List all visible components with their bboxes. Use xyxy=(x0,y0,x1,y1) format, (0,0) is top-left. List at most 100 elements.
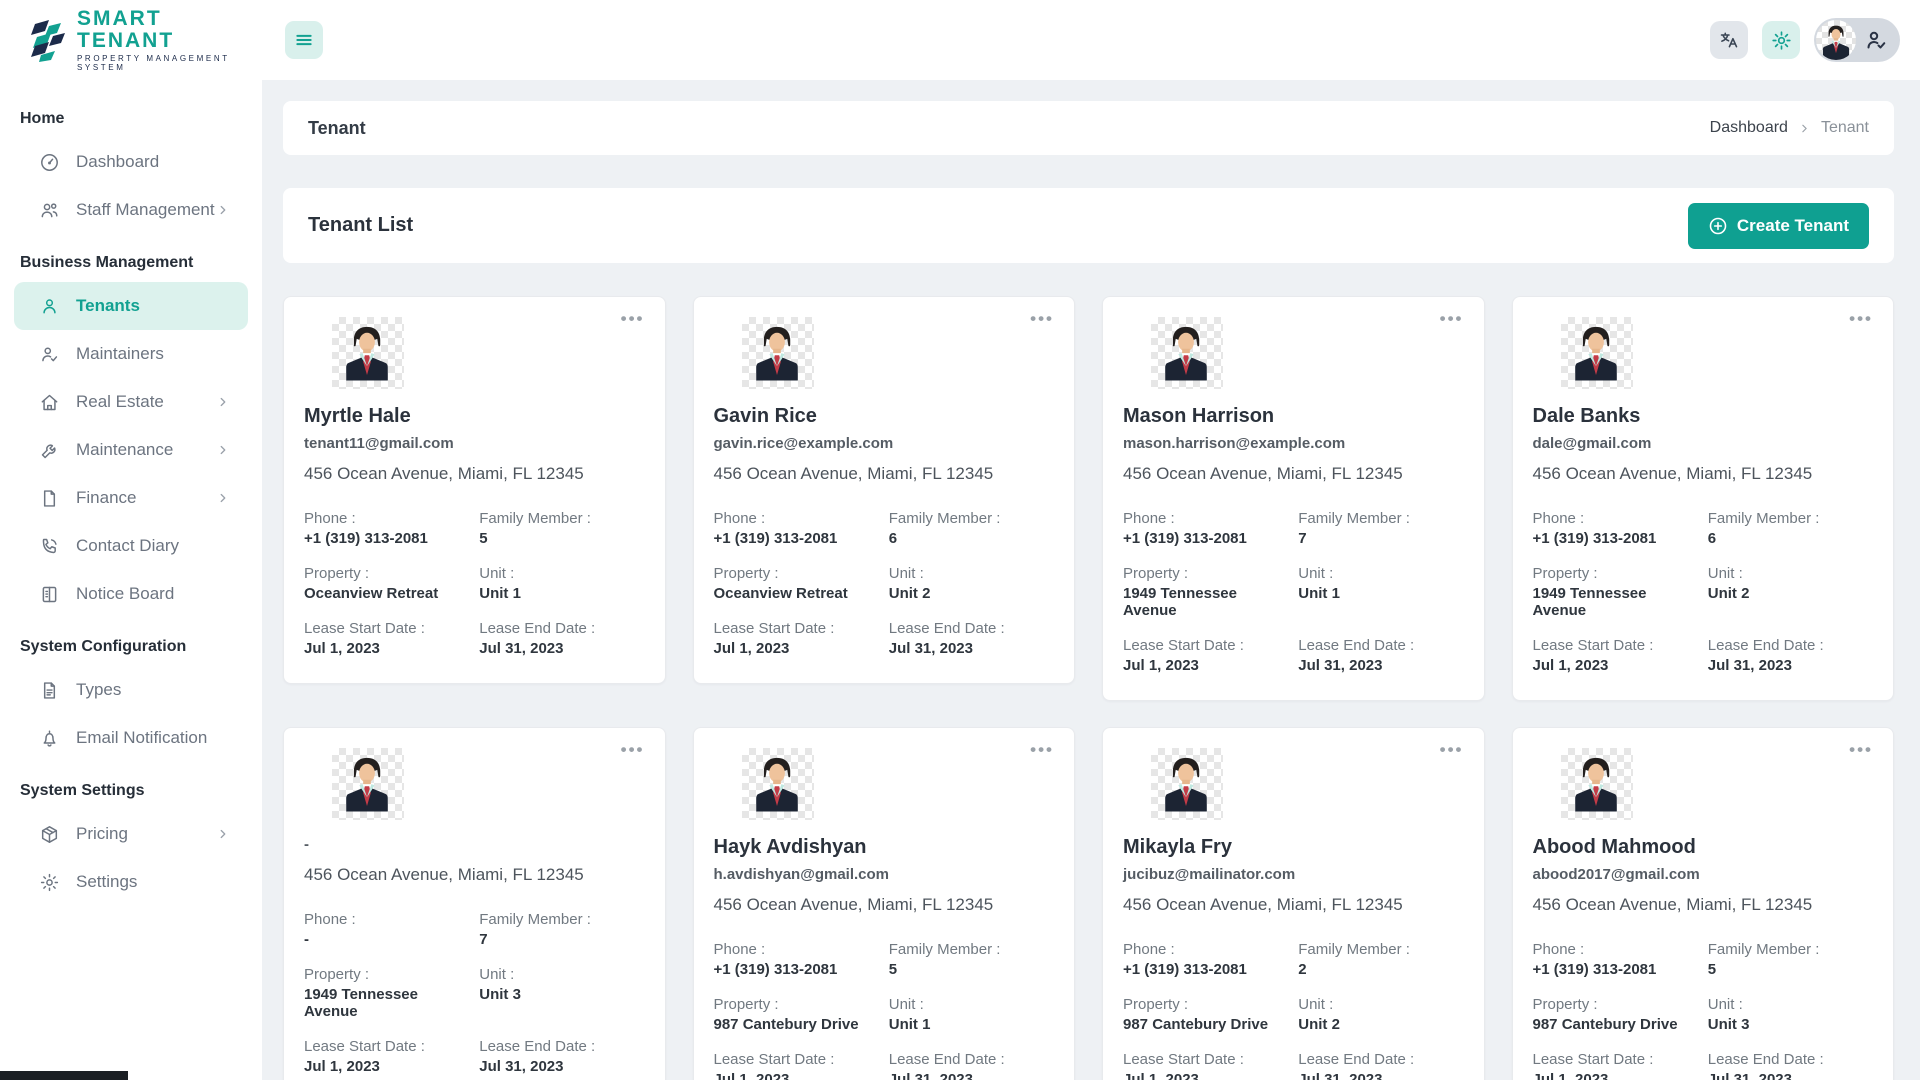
lease-start-label: Lease Start Date : xyxy=(1123,637,1288,654)
property-label: Property : xyxy=(1533,996,1698,1013)
tenant-address: 456 Ocean Avenue, Miami, FL 12345 xyxy=(1123,895,1464,915)
person-icon xyxy=(38,295,60,317)
sidebar-toggle-button[interactable] xyxy=(285,21,323,59)
tenant-lease-end-field: Lease End Date : Jul 31, 2023 xyxy=(479,620,644,657)
sidebar-item-notice-board[interactable]: Notice Board xyxy=(14,570,248,618)
tenant-address: 456 Ocean Avenue, Miami, FL 12345 xyxy=(1123,464,1464,484)
tenant-property-field: Property : 1949 Tennessee Avenue xyxy=(1123,565,1288,619)
card-options-button[interactable]: ••• xyxy=(1024,734,1060,766)
tenant-email: dale@gmail.com xyxy=(1533,435,1874,452)
tenant-phone-field: Phone : +1 (319) 313-2081 xyxy=(1123,941,1288,978)
phone-label: Phone : xyxy=(1533,510,1698,527)
property-label: Property : xyxy=(714,996,879,1013)
create-tenant-button[interactable]: Create Tenant xyxy=(1688,203,1869,249)
card-options-button[interactable]: ••• xyxy=(1024,303,1060,335)
language-button[interactable] xyxy=(1710,21,1748,59)
chevron-right-icon xyxy=(216,491,230,505)
chevron-right-icon xyxy=(216,395,230,409)
tenant-lease-start-field: Lease Start Date : Jul 1, 2023 xyxy=(714,1051,879,1080)
tenant-lease-start-field: Lease Start Date : Jul 1, 2023 xyxy=(304,1038,469,1075)
tenant-phone-field: Phone : +1 (319) 313-2081 xyxy=(1123,510,1288,547)
sidebar-item-finance[interactable]: Finance xyxy=(14,474,248,522)
breadcrumb-dashboard-link[interactable]: Dashboard xyxy=(1710,119,1788,137)
family-member-label: Family Member : xyxy=(479,911,644,928)
sidebar-item-label: Tenants xyxy=(76,296,140,316)
tenant-card-3: ••• Dale Banks dale@gmail.com 456 Ocean … xyxy=(1512,296,1895,701)
tenant-avatar xyxy=(742,748,814,820)
family-member-value: 6 xyxy=(1708,530,1873,547)
tenant-lease-start-field: Lease Start Date : Jul 1, 2023 xyxy=(1123,637,1288,674)
tenant-details: Phone : +1 (319) 313-2081 Family Member … xyxy=(714,510,1055,657)
card-options-button[interactable]: ••• xyxy=(1434,303,1470,335)
unit-value: Unit 2 xyxy=(889,585,1054,602)
sidebar-item-contact-diary[interactable]: Contact Diary xyxy=(14,522,248,570)
sidebar-item-maintainers[interactable]: Maintainers xyxy=(14,330,248,378)
tenant-lease-end-field: Lease End Date : Jul 31, 2023 xyxy=(1708,1051,1873,1080)
property-value: 1949 Tennessee Avenue xyxy=(304,986,469,1020)
sidebar-section-items: Dashboard Staff Management xyxy=(0,138,262,234)
sidebar-item-dashboard[interactable]: Dashboard xyxy=(14,138,248,186)
tenant-avatar xyxy=(1151,317,1223,389)
sidebar-item-settings[interactable]: Settings xyxy=(14,858,248,906)
unit-label: Unit : xyxy=(479,966,644,983)
sidebar-item-tenants[interactable]: Tenants xyxy=(14,282,248,330)
sidebar-item-email-notification[interactable]: Email Notification xyxy=(14,714,248,762)
sidebar-nav: Home Dashboard Staff Management Business… xyxy=(0,80,262,1080)
list-title: Tenant List xyxy=(308,214,413,237)
profile-menu-button[interactable] xyxy=(1814,18,1900,62)
unit-value: Unit 1 xyxy=(1298,585,1463,602)
sidebar-item-pricing[interactable]: Pricing xyxy=(14,810,248,858)
tenant-unit-field: Unit : Unit 1 xyxy=(479,565,644,602)
gear-icon xyxy=(1771,30,1792,51)
phone-label: Phone : xyxy=(304,510,469,527)
card-options-button[interactable]: ••• xyxy=(1843,303,1879,335)
app-header: SMART TENANT PROPERTY MANAGEMENT SYSTEM xyxy=(0,0,1920,80)
unit-label: Unit : xyxy=(1708,996,1873,1013)
card-options-button[interactable]: ••• xyxy=(615,734,651,766)
tenant-unit-field: Unit : Unit 1 xyxy=(889,996,1054,1033)
tenant-email: jucibuz@mailinator.com xyxy=(1123,866,1464,883)
unit-label: Unit : xyxy=(1298,996,1463,1013)
chevron-right-icon xyxy=(216,827,230,841)
tenant-lease-end-field: Lease End Date : Jul 31, 2023 xyxy=(479,1038,644,1075)
sidebar-item-types[interactable]: Types xyxy=(14,666,248,714)
lease-start-value: Jul 1, 2023 xyxy=(714,640,879,657)
family-member-value: 7 xyxy=(1298,530,1463,547)
create-tenant-button-label: Create Tenant xyxy=(1737,216,1849,236)
chevron-right-icon xyxy=(216,443,230,457)
tenant-unit-field: Unit : Unit 3 xyxy=(479,966,644,1020)
brand-logo: SMART TENANT PROPERTY MANAGEMENT SYSTEM xyxy=(0,8,262,72)
tenant-lease-start-field: Lease Start Date : Jul 1, 2023 xyxy=(1123,1051,1288,1080)
unit-value: Unit 2 xyxy=(1298,1016,1463,1033)
sidebar-item-maintenance[interactable]: Maintenance xyxy=(14,426,248,474)
tenant-phone-field: Phone : +1 (319) 313-2081 xyxy=(714,941,879,978)
tenant-details: Phone : +1 (319) 313-2081 Family Member … xyxy=(1123,510,1464,674)
lease-start-value: Jul 1, 2023 xyxy=(304,640,469,657)
tenant-name: Abood Mahmood xyxy=(1533,836,1874,859)
lease-start-label: Lease Start Date : xyxy=(1533,637,1698,654)
tenant-email: tenant11@gmail.com xyxy=(304,435,645,452)
family-member-value: 7 xyxy=(479,931,644,948)
breadcrumb-current: Tenant xyxy=(1821,119,1869,137)
tenant-phone-field: Phone : +1 (319) 313-2081 xyxy=(714,510,879,547)
tenant-family-field: Family Member : 5 xyxy=(479,510,644,547)
tenant-family-field: Family Member : 6 xyxy=(889,510,1054,547)
tenant-address: 456 Ocean Avenue, Miami, FL 12345 xyxy=(304,865,645,885)
settings-quick-button[interactable] xyxy=(1762,21,1800,59)
unit-label: Unit : xyxy=(889,565,1054,582)
card-options-button[interactable]: ••• xyxy=(1434,734,1470,766)
family-member-value: 5 xyxy=(1708,961,1873,978)
translate-icon xyxy=(1719,30,1739,50)
sidebar-item-staff-management[interactable]: Staff Management xyxy=(14,186,248,234)
sidebar-item-real-estate[interactable]: Real Estate xyxy=(14,378,248,426)
card-options-button[interactable]: ••• xyxy=(615,303,651,335)
lease-start-value: Jul 1, 2023 xyxy=(1123,1071,1288,1080)
tenant-property-field: Property : 1949 Tennessee Avenue xyxy=(1533,565,1698,619)
brand-subtitle: PROPERTY MANAGEMENT SYSTEM xyxy=(77,55,262,72)
card-options-button[interactable]: ••• xyxy=(1843,734,1879,766)
file-icon xyxy=(38,487,60,509)
phone-value: +1 (319) 313-2081 xyxy=(1123,961,1288,978)
tenant-email: abood2017@gmail.com xyxy=(1533,866,1874,883)
plus-circle-icon xyxy=(1708,216,1728,236)
family-member-label: Family Member : xyxy=(1708,941,1873,958)
